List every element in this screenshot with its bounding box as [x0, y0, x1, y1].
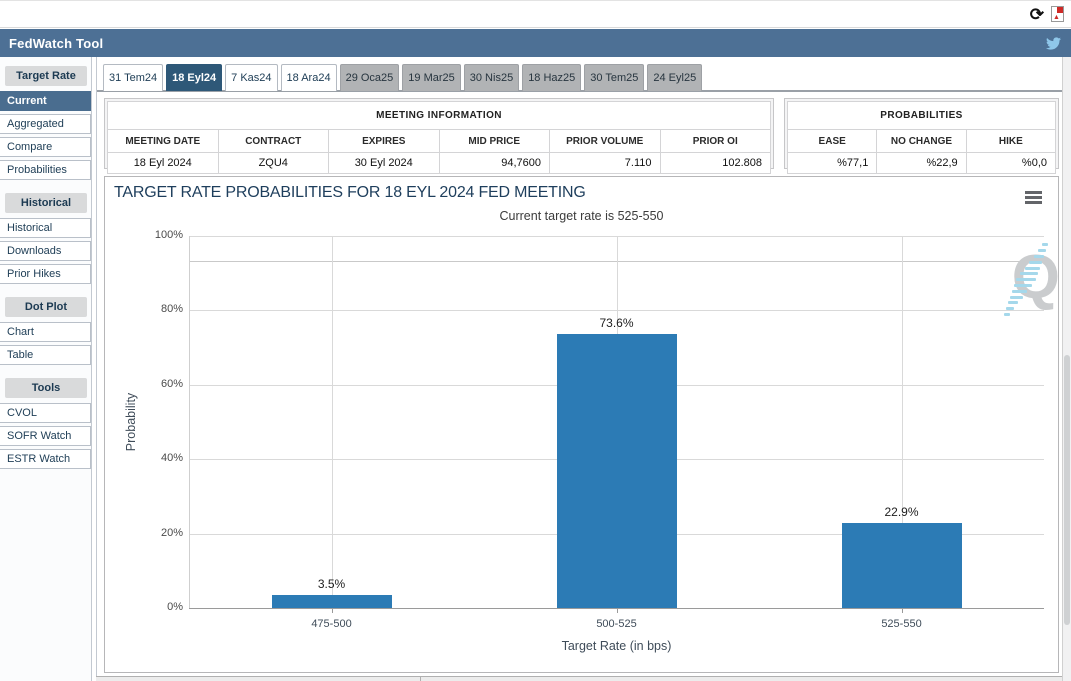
- sidebar-item-prior-hikes[interactable]: Prior Hikes: [0, 264, 91, 284]
- probabilities-panel: PROBABILITIESEASENO CHANGEHIKE%77,1%22,9…: [784, 98, 1059, 169]
- scrollbar-thumb[interactable]: [1064, 355, 1070, 625]
- column-header: MEETING DATE: [108, 130, 219, 153]
- sidebar-item-estr-watch[interactable]: ESTR Watch: [0, 449, 91, 469]
- column-header: PRIOR VOLUME: [550, 130, 661, 153]
- cell-value: %77,1: [788, 153, 877, 174]
- probability-bar: [842, 523, 962, 608]
- sidebar-item-downloads[interactable]: Downloads: [0, 241, 91, 261]
- tab-29-oca25[interactable]: 29 Oca25: [340, 64, 400, 91]
- x-category-label: 475-500: [189, 618, 474, 630]
- next-section-partial: [96, 676, 1071, 681]
- cell-value: 18 Eyl 2024: [108, 153, 219, 174]
- tab-30-nis25[interactable]: 30 Nis25: [464, 64, 519, 91]
- y-tick-label: 60%: [105, 378, 183, 390]
- sidebar-item-historical[interactable]: Historical: [0, 218, 91, 238]
- tab-24-eyl25[interactable]: 24 Eyl25: [647, 64, 702, 91]
- sidebar-item-current[interactable]: Current: [0, 91, 91, 111]
- sidebar-item-probabilities[interactable]: Probabilities: [0, 160, 91, 180]
- sidebar-section-header: Target Rate: [5, 66, 87, 86]
- x-axis-line: [189, 608, 1044, 609]
- column-header: EXPIRES: [329, 130, 440, 153]
- browser-chrome-strip: ⟳: [0, 0, 1071, 28]
- y-tick-label: 100%: [105, 229, 183, 241]
- column-header: NO CHANGE: [877, 130, 966, 153]
- x-category-label: 525-550: [759, 618, 1044, 630]
- sidebar-section-header: Tools: [5, 378, 87, 398]
- pdf-icon[interactable]: [1051, 6, 1064, 22]
- bar-value-label: 3.5%: [287, 577, 377, 591]
- column-header: HIKE: [966, 130, 1055, 153]
- cell-value: 7.110: [550, 153, 661, 174]
- header-bar: FedWatch Tool: [0, 29, 1071, 57]
- sidebar-item-aggregated[interactable]: Aggregated: [0, 114, 91, 134]
- meeting-information-panel: MEETING INFORMATIONMEETING DATECONTRACTE…: [104, 98, 774, 169]
- chart-panel: TARGET RATE PROBABILITIES FOR 18 EYL 202…: [104, 176, 1059, 673]
- y-tick-label: 0%: [105, 601, 183, 613]
- probability-bar: [557, 334, 677, 608]
- y-axis-title: Probability: [124, 393, 138, 451]
- refresh-icon[interactable]: ⟳: [1030, 6, 1044, 23]
- tab-18-ara24[interactable]: 18 Ara24: [281, 64, 337, 91]
- cell-value: %0,0: [966, 153, 1055, 174]
- probabilities-title: PROBABILITIES: [788, 102, 1056, 130]
- tab-31-tem24[interactable]: 31 Tem24: [103, 64, 163, 91]
- sidebar-section-header: Dot Plot: [5, 297, 87, 317]
- column-header: MID PRICE: [439, 130, 550, 153]
- x-axis-title: Target Rate (in bps): [189, 639, 1044, 653]
- cell-value: 30 Eyl 2024: [329, 153, 440, 174]
- sidebar-item-cvol[interactable]: CVOL: [0, 403, 91, 423]
- gridline-vertical: [332, 236, 333, 608]
- cell-value: %22,9: [877, 153, 966, 174]
- column-header: CONTRACT: [218, 130, 329, 153]
- content-area: 31 Tem2418 Eyl247 Kas2418 Ara2429 Oca251…: [96, 57, 1062, 681]
- sidebar-item-table[interactable]: Table: [0, 345, 91, 365]
- bar-value-label: 73.6%: [572, 316, 662, 330]
- tab-30-tem25[interactable]: 30 Tem25: [584, 64, 644, 91]
- panel-divider: [420, 677, 421, 681]
- bar-value-label: 22.9%: [857, 505, 947, 519]
- fedwatch-page: ⟳ FedWatch Tool Target Rate Current Aggreg…: [0, 0, 1071, 681]
- probabilities-table: PROBABILITIESEASENO CHANGEHIKE %77,1%22,9…: [787, 101, 1056, 174]
- sidebar-item-chart[interactable]: Chart: [0, 322, 91, 342]
- meeting-information-table: MEETING INFORMATIONMEETING DATECONTRACTE…: [107, 101, 771, 174]
- y-axis-line: [189, 236, 190, 608]
- vertical-scrollbar[interactable]: [1062, 57, 1071, 681]
- x-category-label: 500-525: [474, 618, 759, 630]
- y-tick-label: 20%: [105, 527, 183, 539]
- tab-19-mar25[interactable]: 19 Mar25: [402, 64, 460, 91]
- cell-value: ZQU4: [218, 153, 329, 174]
- y-tick-label: 80%: [105, 303, 183, 315]
- sidebar-item-compare[interactable]: Compare: [0, 137, 91, 157]
- cell-value: 94,7600: [439, 153, 550, 174]
- tab-18-eyl24[interactable]: 18 Eyl24: [166, 64, 222, 91]
- sidebar-section-header: Historical: [5, 193, 87, 213]
- column-header: EASE: [788, 130, 877, 153]
- cell-value: 102.808: [660, 153, 771, 174]
- probability-bar: [272, 595, 392, 608]
- sidebar: Target Rate Current Aggregated Compare Proba…: [0, 57, 92, 681]
- column-header: PRIOR OI: [660, 130, 771, 153]
- twitter-icon[interactable]: [1045, 36, 1062, 51]
- tab-7-kas24[interactable]: 7 Kas24: [225, 64, 277, 91]
- y-tick-label: 40%: [105, 452, 183, 464]
- plot-area: 0% 20% 40% 60% 80% 100% 475-500500-525525-550 3…: [105, 177, 1058, 672]
- tab-18-haz25[interactable]: 18 Haz25: [522, 64, 581, 91]
- meeting-tab-bar: 31 Tem2418 Eyl247 Kas2418 Ara2429 Oca251…: [97, 57, 1062, 92]
- app-title: FedWatch Tool: [9, 36, 103, 51]
- sidebar-item-sofr-watch[interactable]: SOFR Watch: [0, 426, 91, 446]
- meeting-information-title: MEETING INFORMATION: [108, 102, 771, 130]
